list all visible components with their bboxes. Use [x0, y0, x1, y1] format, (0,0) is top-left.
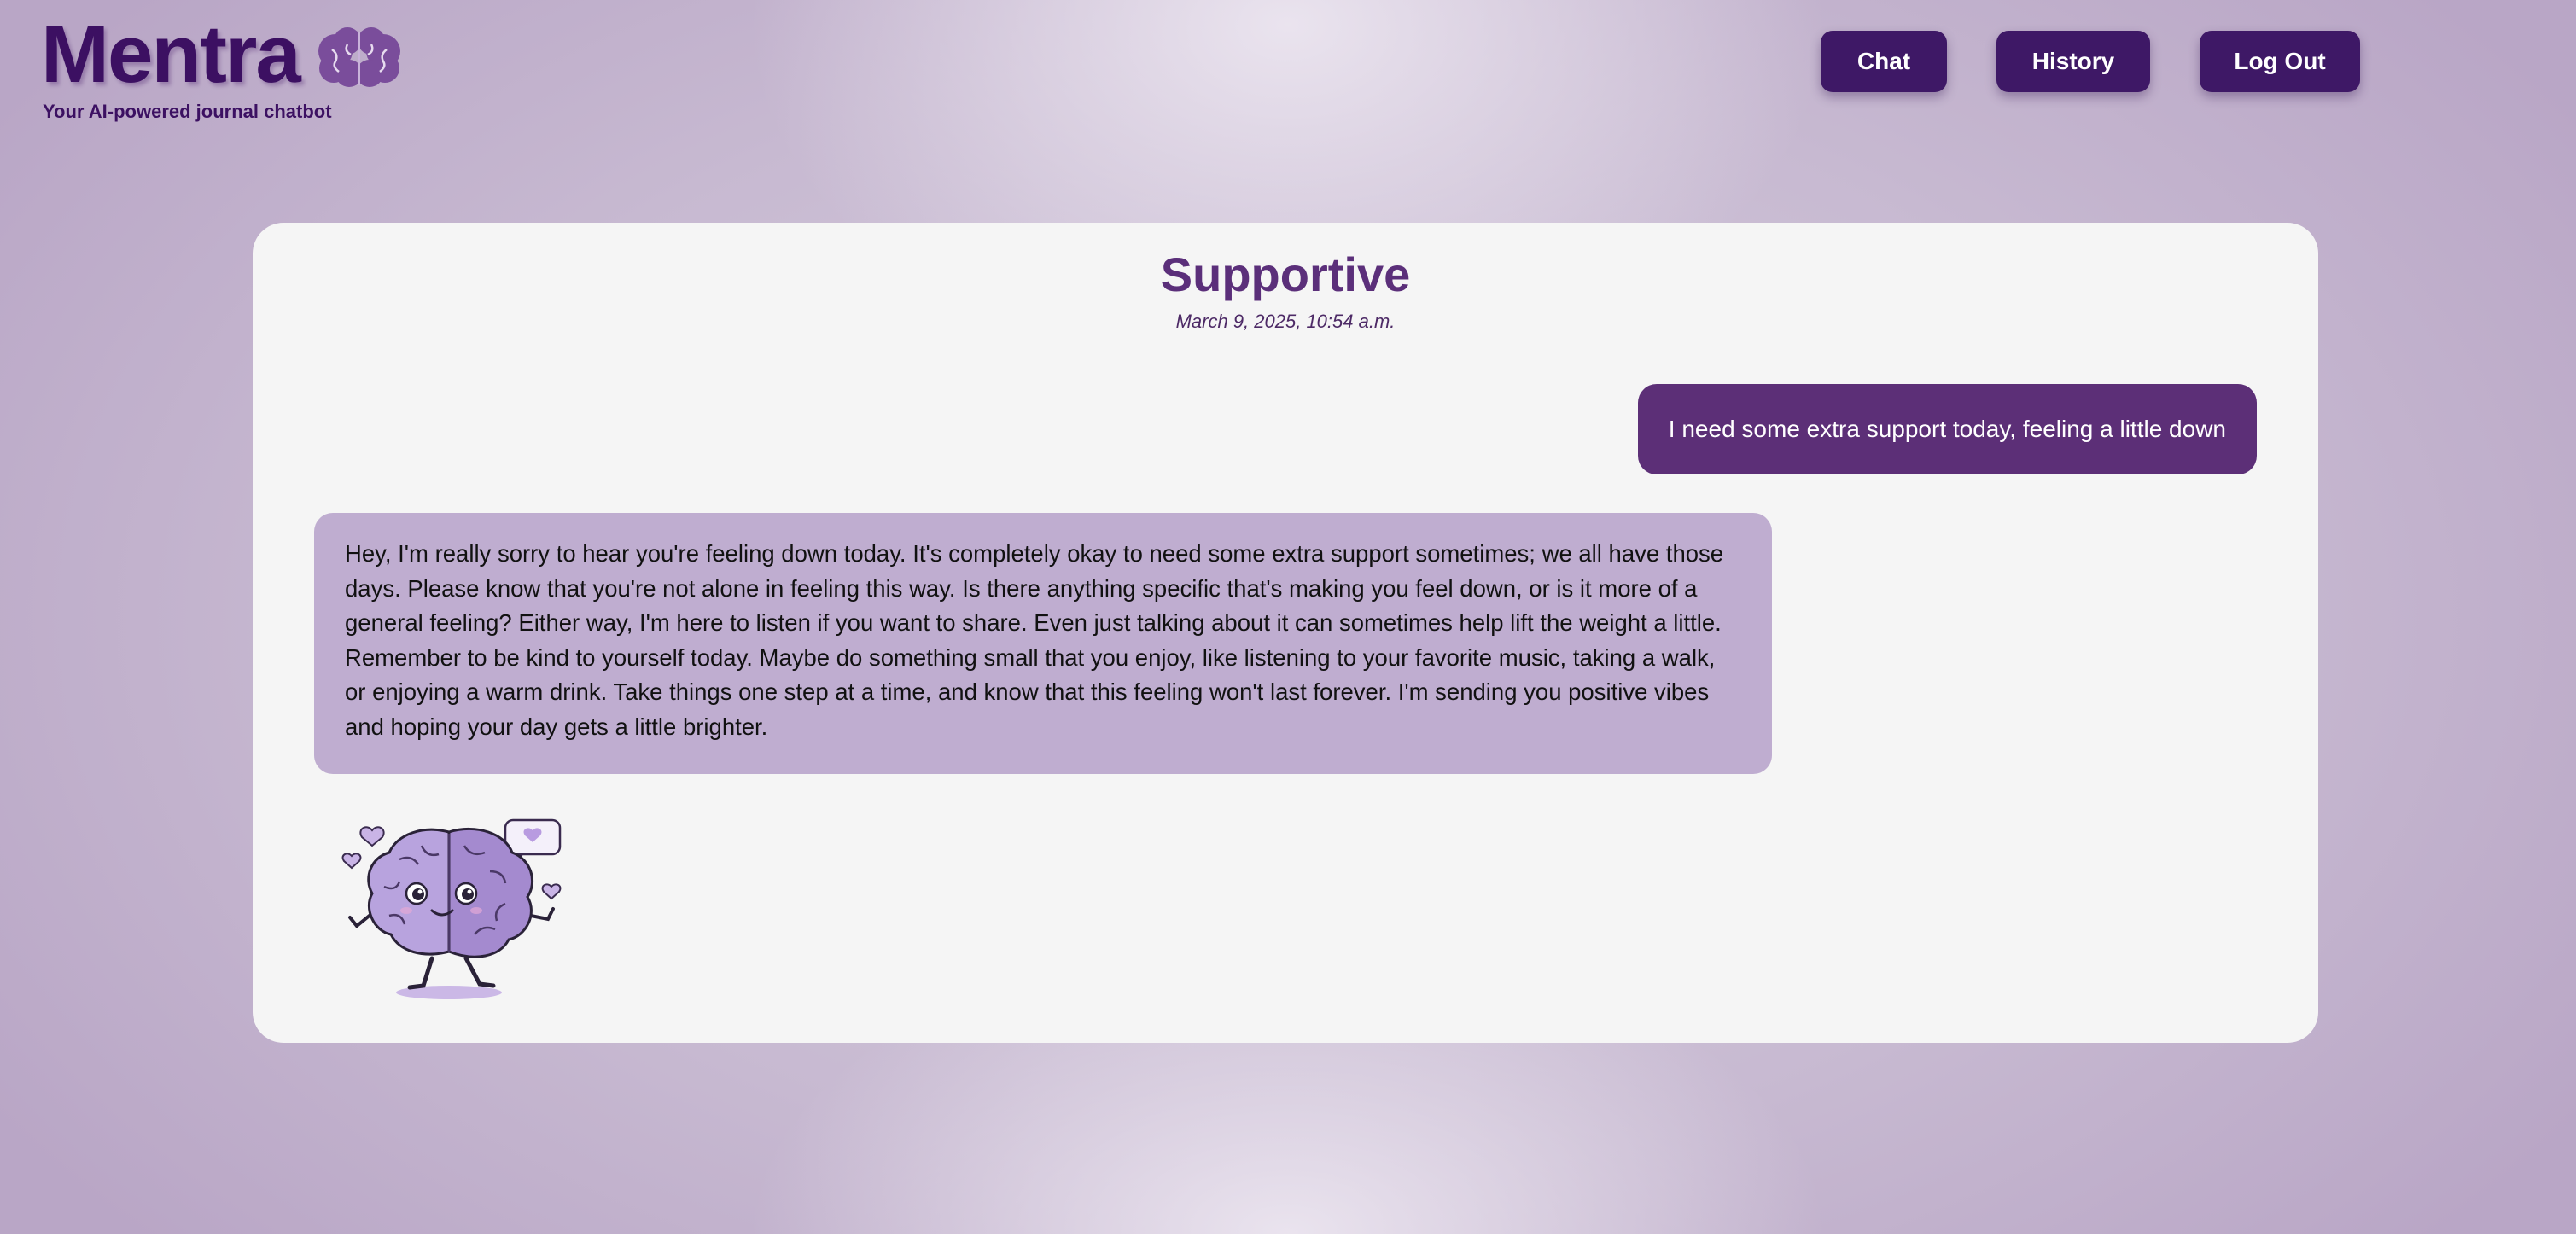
tagline: Your AI-powered journal chatbot: [43, 101, 332, 122]
brain-mascot-icon: [338, 815, 568, 1011]
app-title: Mentra: [41, 9, 301, 100]
user-message-bubble: I need some extra support today, feeling…: [1637, 384, 2257, 474]
brand-row: Mentra: [41, 12, 402, 97]
logout-button[interactable]: Log Out: [2200, 31, 2360, 92]
bot-message-bubble: Hey, I'm really sorry to hear you're fee…: [314, 513, 1772, 774]
conversation-date: March 9, 2025, 10:54 a.m.: [1175, 311, 1396, 332]
mood-title: Supportive: [1160, 247, 1411, 301]
chat-button[interactable]: Chat: [1821, 31, 1947, 92]
conversation-card: Supportive March 9, 2025, 10:54 a.m. I n…: [253, 223, 2318, 1043]
brain-icon: [317, 26, 402, 90]
top-nav: Chat History Log Out: [1821, 31, 2360, 92]
brand: Mentra Your AI-powered journal chatbot: [41, 12, 402, 123]
history-button[interactable]: History: [1996, 31, 2150, 92]
